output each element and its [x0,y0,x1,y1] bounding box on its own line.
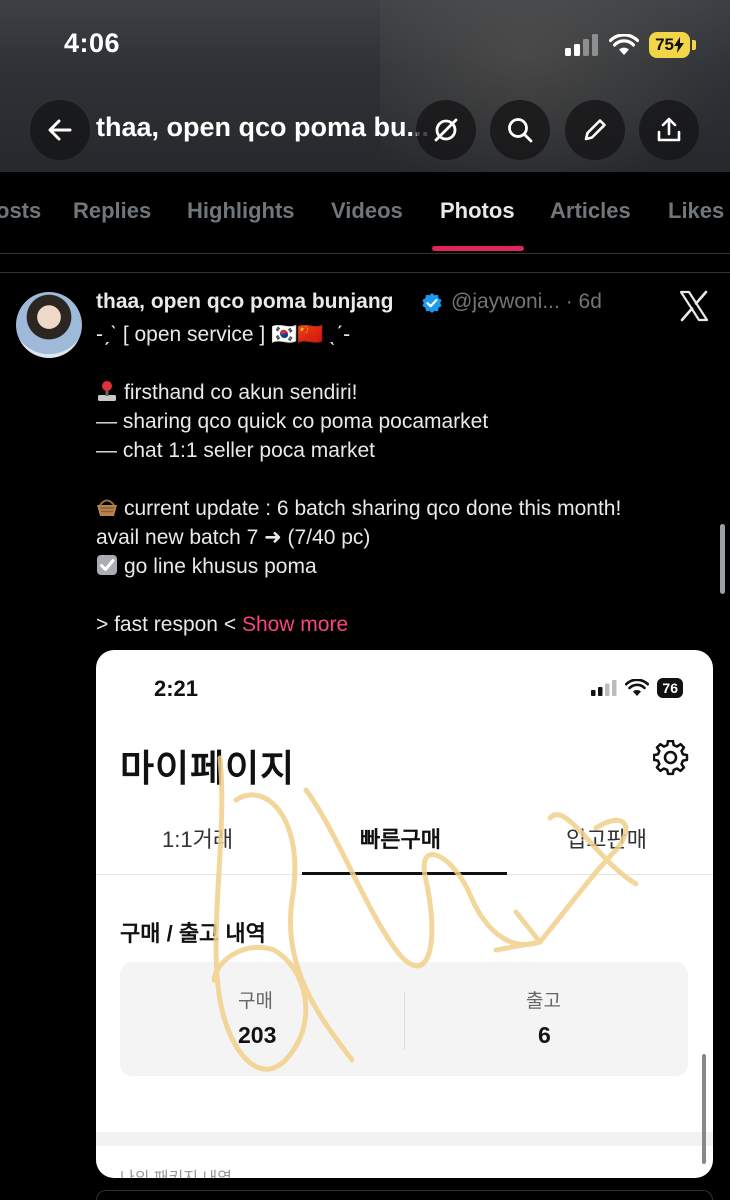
next-post-edge [96,1190,713,1200]
search-button[interactable] [490,100,550,160]
search-icon [508,118,533,143]
status-time: 4:06 [64,28,121,58]
profile-header: 4:06 75 thaa, open qco poma bu... [0,0,730,172]
battery-indicator: 75 [649,32,690,58]
joystick-icon [98,381,116,401]
post-line: > fast respon < Show more [96,610,706,639]
divider [0,272,730,273]
post-line: — chat 1:1 seller poca market [96,439,375,462]
post-line: — sharing qco quick co poma pocamarket [96,410,489,433]
verified-badge-icon [422,293,442,313]
header-title: thaa, open qco poma bu... [96,112,430,142]
tab-replies[interactable]: Replies [73,198,151,224]
basket-icon [97,499,117,516]
tab-videos[interactable]: Videos [331,198,403,224]
scrollbar[interactable] [720,524,725,594]
active-tab-indicator [432,246,524,251]
post-line-text: current update : 6 batch sharing qco don… [124,497,622,520]
share-button[interactable] [639,100,699,160]
avatar[interactable] [16,292,82,358]
post-photo[interactable]: 2:21 76 마이페이지 1:1거래 빠른구매 입고판매 구매 / 출고 내역… [96,650,713,1178]
handwritten-scribble [211,755,639,1072]
tab-highlights[interactable]: Highlights [187,198,295,224]
post-line: firsthand co akun sendiri! [96,378,706,407]
author-name[interactable]: thaa, open qco poma bunjang [96,290,394,314]
battery-tip [692,40,696,50]
post-line: avail new batch 7 ➜ (7/40 pc) [96,526,371,549]
edit-icon [584,119,606,141]
x-logo-icon [679,290,709,322]
tab-likes[interactable]: Likes [668,198,724,224]
share-icon [657,117,681,142]
check-box-icon [97,555,117,575]
tab-posts[interactable]: osts [0,198,41,224]
status-icons: 75 [565,32,696,58]
post-line: -ˏˋ [ open service ] 🇰🇷🇨🇳 ˎˊ- [96,323,351,346]
post-line-text: go line khusus poma [124,555,317,578]
post-line: current update : 6 batch sharing qco don… [96,494,706,523]
post-line-text: > fast respon < [96,613,242,636]
cellular-signal-icon [565,34,599,56]
post-text: -ˏˋ [ open service ] 🇰🇷🇨🇳 ˎˊ- firsthand … [96,320,706,639]
post-line-text: firsthand co akun sendiri! [124,381,358,404]
hide-button[interactable] [416,100,476,160]
charging-bolt-icon [674,37,684,53]
show-more-link[interactable]: Show more [242,613,348,636]
profile-tabs: osts Replies Highlights Videos Photos Ar… [0,172,730,254]
back-arrow-icon [48,119,72,141]
hide-icon [434,118,458,142]
back-button[interactable] [30,100,90,160]
battery-level: 75 [655,35,674,54]
wifi-icon [609,34,640,55]
edit-button[interactable] [565,100,625,160]
tab-articles[interactable]: Articles [550,198,631,224]
author-handle-time[interactable]: @jaywoni... · 6d [451,290,602,314]
tab-photos[interactable]: Photos [440,198,515,224]
post-line: go line khusus poma [96,552,706,581]
